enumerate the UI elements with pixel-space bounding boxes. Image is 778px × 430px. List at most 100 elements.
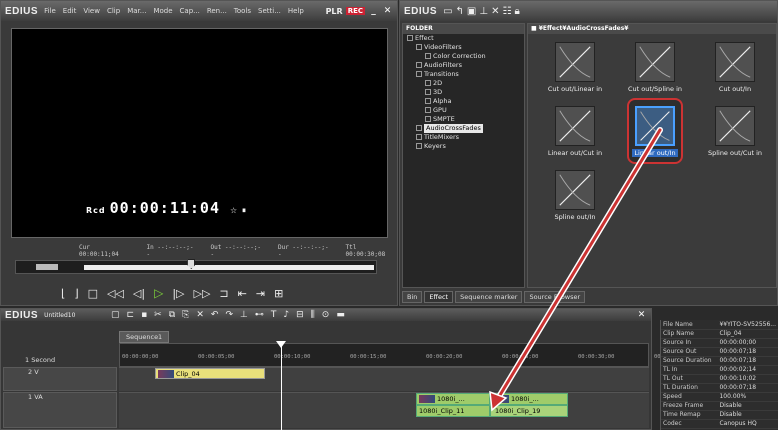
menu-file[interactable]: File	[44, 7, 56, 15]
menu-edit[interactable]: Edit	[63, 7, 77, 15]
track-lane-2v[interactable]: Clip_04	[119, 367, 649, 391]
position-slider[interactable]	[15, 259, 377, 274]
ripple-icon[interactable]: ⊷	[255, 310, 264, 320]
fast-forward-icon[interactable]: ▷▷	[194, 287, 211, 300]
undo-icon[interactable]: ↶	[211, 310, 219, 320]
rewind-icon[interactable]: ◁◁	[107, 287, 124, 300]
clip-1va-video-b[interactable]: 1080i_...	[490, 393, 568, 405]
title-icon[interactable]: T	[271, 310, 277, 320]
menu-tools[interactable]: Tools	[234, 7, 251, 15]
info-row: Source In 00:00:00;00	[661, 338, 778, 348]
effect-tile[interactable]: Cut out/Linear in	[536, 42, 614, 93]
menu-mode[interactable]: Mode	[153, 7, 172, 15]
tree-item[interactable]: 2D	[403, 79, 524, 88]
effect-tile[interactable]: Spline out/Cut in	[696, 106, 774, 157]
tree-item[interactable]: Effect	[403, 34, 524, 43]
playhead[interactable]	[276, 341, 286, 430]
mixer-icon[interactable]: ⫼	[311, 310, 315, 320]
jump-out-icon[interactable]: ⇥	[256, 287, 265, 300]
info-key: TL Duration	[661, 383, 718, 393]
close-icon[interactable]: ✕	[636, 310, 647, 321]
effect-tile-label: Cut out/Spline in	[627, 85, 683, 93]
paste-icon[interactable]: ⎘	[182, 310, 189, 320]
plr-label[interactable]: PLR	[326, 7, 343, 16]
tab-sequence1[interactable]: Sequence1	[119, 331, 170, 343]
clip-1va-video-a[interactable]: 1080i_...	[416, 393, 490, 405]
close-icon[interactable]: ✕	[382, 6, 393, 17]
tree-item[interactable]: VideoFilters	[403, 43, 524, 52]
shuttle-bar[interactable]	[36, 264, 58, 270]
tree-item[interactable]: AudioFilters	[403, 61, 524, 70]
mode-switch[interactable]: PLR REC _ ✕	[326, 6, 393, 17]
delete-icon[interactable]: ✕	[491, 6, 502, 17]
menu-settings[interactable]: Setti...	[258, 7, 281, 15]
tree-item[interactable]: Alpha	[403, 97, 524, 106]
track-header-2v[interactable]: 2 V	[3, 367, 117, 391]
effect-tile[interactable]: Spline out/In	[536, 170, 614, 221]
open-project-icon[interactable]: ⊏	[127, 310, 135, 320]
track-lane-1va[interactable]: 1080i_... 1080i_... 1080i_Clip_11 1080i_…	[119, 392, 649, 428]
folder-tree-icon[interactable]: ▭	[443, 6, 455, 17]
zoom-select[interactable]: 1 Second	[25, 356, 55, 364]
import-icon[interactable]: ⊥	[479, 6, 491, 17]
tree-item[interactable]: 3D	[403, 88, 524, 97]
menu-render[interactable]: Ren...	[207, 7, 227, 15]
loop-icon[interactable]: ⊐	[219, 287, 228, 300]
tree-item[interactable]: Keyers	[403, 142, 524, 151]
time-ruler[interactable]: 00:00:00;00 00:00:05;00 00:00:10;00 00:00:1…	[119, 343, 667, 367]
marker-icon[interactable]: ⊟	[296, 310, 304, 320]
slider-track[interactable]	[84, 265, 374, 270]
minimize-icon[interactable]: _	[368, 6, 379, 17]
insert-icon[interactable]: ⊞	[274, 287, 283, 300]
stop-icon[interactable]: □	[88, 287, 98, 300]
track-header-1va[interactable]: 1 VA	[3, 392, 117, 428]
cut-icon[interactable]: ✂	[154, 310, 162, 320]
snap-icon[interactable]: ⊥	[240, 310, 248, 320]
tree-item[interactable]: SMPTE	[403, 115, 524, 124]
step-back-icon[interactable]: ◁|	[133, 287, 145, 300]
effect-tile[interactable]: Linear out/In	[616, 98, 694, 164]
set-in-icon[interactable]: ⌊	[61, 287, 65, 300]
properties-icon[interactable]: ☷	[502, 6, 514, 17]
play-icon[interactable]: ▷	[154, 286, 163, 300]
tree-item[interactable]: GPU	[403, 106, 524, 115]
set-out-icon[interactable]: ⌋	[74, 287, 78, 300]
menu-marker[interactable]: Mar...	[127, 7, 146, 15]
redo-icon[interactable]: ↷	[225, 310, 233, 320]
new-folder-icon[interactable]: ▣	[467, 6, 479, 17]
tab-effect[interactable]: Effect	[424, 291, 454, 303]
rec-badge[interactable]: REC	[345, 7, 365, 15]
step-forward-icon[interactable]: |▷	[172, 287, 184, 300]
delete-clip-icon[interactable]: ✕	[196, 310, 204, 320]
clip-1va-audio-a[interactable]: 1080i_Clip_11	[416, 405, 490, 417]
effect-tile[interactable]: Cut out/Spline in	[616, 42, 694, 93]
menu-capture[interactable]: Cap...	[180, 7, 200, 15]
tree-item[interactable]: Color Correction	[403, 52, 524, 61]
tab-source-browser[interactable]: Source Browser	[524, 291, 586, 303]
tree-item[interactable]: Transitions	[403, 70, 524, 79]
tree-item[interactable]: AudioCrossFades	[403, 124, 524, 133]
effect-tile[interactable]: Cut out/In	[696, 42, 774, 93]
clip-2v[interactable]: Clip_04	[155, 368, 265, 379]
render-icon[interactable]: ▬	[336, 310, 345, 320]
up-level-icon[interactable]: ↰	[456, 6, 467, 17]
audio-icon[interactable]: ♪	[283, 310, 289, 320]
crossfade-icon	[635, 106, 675, 146]
lock-icon[interactable]: 🔒︎	[514, 6, 522, 17]
info-value: 100.00%	[717, 392, 778, 402]
menu-view[interactable]: View	[83, 7, 100, 15]
menu-help[interactable]: Help	[288, 7, 304, 15]
jump-in-icon[interactable]: ⇤	[238, 287, 247, 300]
clip-1va-audio-b[interactable]: 1080i_Clip_19	[490, 405, 568, 417]
save-icon[interactable]: ▪	[141, 310, 147, 320]
info-key: Speed	[661, 392, 718, 402]
tab-bin[interactable]: Bin	[402, 291, 423, 303]
menu-clip[interactable]: Clip	[107, 7, 120, 15]
copy-icon[interactable]: ⧉	[169, 310, 175, 320]
timecode-status-bar: Cur 00:00:11;04 In --:--:--;-- Out --:--…	[79, 244, 399, 258]
tree-item[interactable]: TitleMixers	[403, 133, 524, 142]
new-sequence-icon[interactable]: ▢	[111, 310, 120, 320]
record-icon[interactable]: ⊙	[322, 310, 330, 320]
effect-tile[interactable]: Linear out/Cut in	[536, 106, 614, 157]
tab-sequence-marker[interactable]: Sequence marker	[455, 291, 523, 303]
